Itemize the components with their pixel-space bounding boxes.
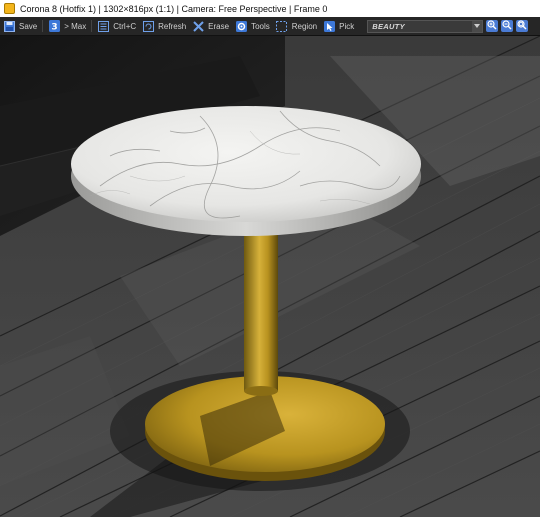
- pick-button[interactable]: Pick: [320, 17, 357, 35]
- region-icon: [276, 20, 288, 32]
- zoom-fit-icon: [517, 17, 527, 35]
- refresh-label: Refresh: [158, 21, 187, 31]
- zoom-fit-button[interactable]: [516, 17, 529, 35]
- window-title: Corona 8 (Hotfix 1) | 1302×816px (1:1) |…: [20, 3, 328, 14]
- copy-label: Ctrl+C: [113, 21, 137, 31]
- send-to-max-button[interactable]: 3 > Max: [45, 17, 89, 35]
- refresh-icon: [142, 20, 154, 32]
- zoom-out-icon: [502, 17, 512, 35]
- gear-icon: [235, 20, 247, 32]
- erase-label: Erase: [208, 21, 230, 31]
- region-button[interactable]: Region: [273, 17, 320, 35]
- corona-vfb-window: Corona 8 (Hotfix 1) | 1302×816px (1:1) |…: [0, 0, 540, 517]
- title-bar[interactable]: Corona 8 (Hotfix 1) | 1302×816px (1:1) |…: [0, 0, 540, 18]
- max-icon: 3: [48, 20, 60, 32]
- toolbar-divider: [42, 20, 44, 32]
- region-label: Region: [291, 21, 318, 31]
- zoom-in-icon: [487, 17, 497, 35]
- save-button[interactable]: Save: [0, 17, 40, 35]
- save-label: Save: [19, 21, 38, 31]
- render-pass-value: BEAUTY: [372, 21, 405, 31]
- rendered-image: [0, 36, 540, 517]
- erase-button[interactable]: Erase: [189, 17, 232, 35]
- copy-button[interactable]: Ctrl+C: [94, 17, 139, 35]
- render-viewport[interactable]: [0, 36, 540, 517]
- chevron-down-icon: [472, 20, 483, 32]
- tools-button[interactable]: Tools: [232, 17, 273, 35]
- save-icon: [3, 20, 15, 32]
- render-pass-dropdown[interactable]: BEAUTY: [367, 19, 484, 33]
- tools-label: Tools: [251, 21, 270, 31]
- max-label: > Max: [64, 21, 87, 31]
- zoom-out-button[interactable]: [501, 17, 514, 35]
- copy-icon: [97, 20, 109, 32]
- pick-icon: [323, 20, 335, 32]
- zoom-in-button[interactable]: [486, 17, 499, 35]
- toolbar-divider: [91, 20, 93, 32]
- refresh-button[interactable]: Refresh: [139, 17, 189, 35]
- erase-icon: [192, 20, 204, 32]
- vfb-toolbar: Save 3 > Max Ctrl+C Refresh Erase Tools …: [0, 17, 540, 36]
- svg-text:3: 3: [51, 23, 57, 33]
- corona-app-icon: [4, 3, 15, 14]
- pick-label: Pick: [339, 21, 355, 31]
